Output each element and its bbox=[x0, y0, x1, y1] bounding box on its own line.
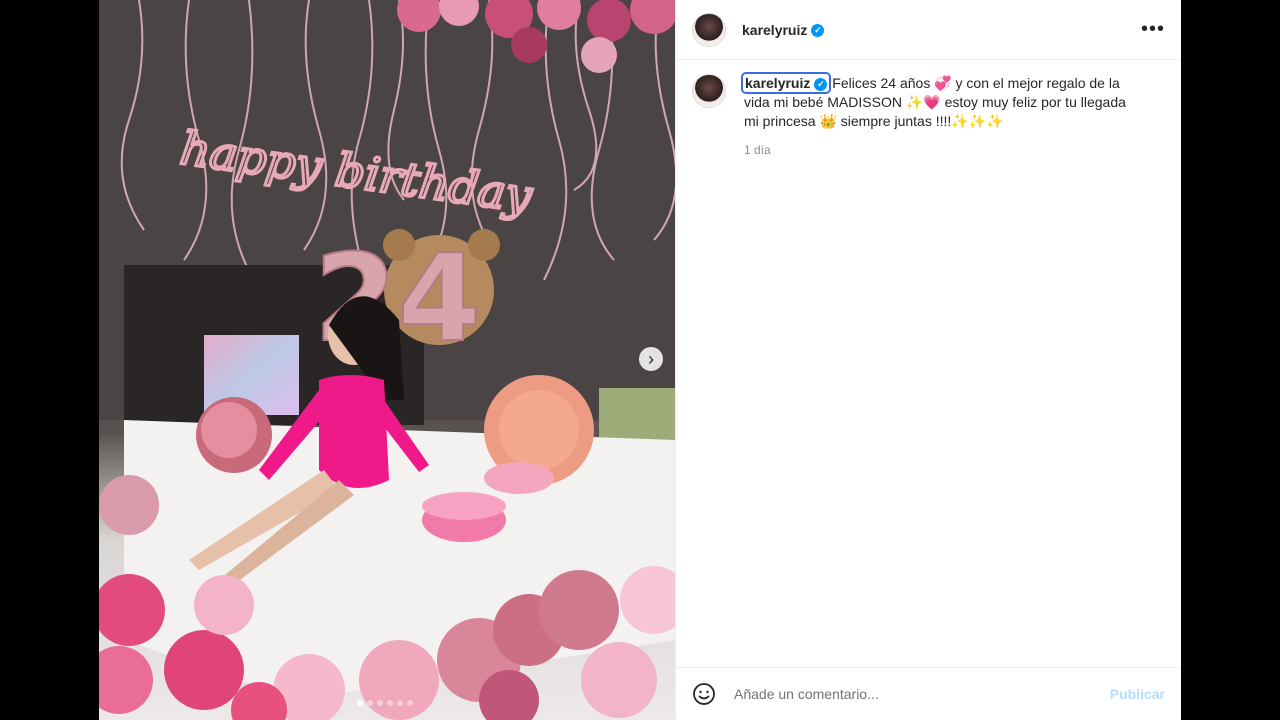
username-text[interactable]: karelyruiz bbox=[742, 22, 807, 38]
comments-section: karelyruiz ✓ Felices 24 años 💞 y con el m… bbox=[676, 60, 1181, 667]
carousel-dot bbox=[367, 700, 373, 706]
caption-username-text[interactable]: karelyruiz bbox=[745, 75, 810, 91]
party-photo: happy birthday 24 bbox=[99, 0, 675, 720]
verified-badge-icon: ✓ bbox=[814, 77, 828, 91]
caption: karelyruiz ✓ Felices 24 años 💞 y con el m… bbox=[692, 72, 1165, 160]
verified-badge-icon: ✓ bbox=[811, 24, 825, 38]
carousel-dot bbox=[397, 700, 403, 706]
add-comment-bar: Publicar bbox=[676, 667, 1181, 720]
emoji-icon[interactable] bbox=[692, 682, 716, 706]
carousel-dot bbox=[387, 700, 393, 706]
next-image-button[interactable]: › bbox=[639, 347, 663, 371]
carousel-indicator bbox=[357, 700, 413, 706]
avatar[interactable] bbox=[692, 12, 726, 47]
caption-username[interactable]: karelyruiz ✓ bbox=[740, 72, 832, 94]
comment-input[interactable] bbox=[732, 685, 1110, 703]
post-image[interactable]: happy birthday 24 › bbox=[99, 0, 675, 720]
caption-body: karelyruiz ✓ Felices 24 años 💞 y con el m… bbox=[740, 72, 1144, 160]
post-timestamp[interactable]: 1 día bbox=[744, 141, 1144, 160]
caption-avatar[interactable] bbox=[692, 74, 726, 108]
post-username[interactable]: karelyruiz ✓ bbox=[742, 22, 825, 38]
post-header: karelyruiz ✓ ••• bbox=[676, 0, 1181, 60]
chevron-right-icon: › bbox=[648, 349, 654, 369]
post-details-panel: karelyruiz ✓ ••• karelyruiz ✓ Felices 24 a… bbox=[675, 0, 1181, 720]
carousel-dot bbox=[377, 700, 383, 706]
publish-button[interactable]: Publicar bbox=[1110, 686, 1165, 702]
post-modal: happy birthday 24 › karelyruiz ✓ ••• kar… bbox=[99, 0, 1181, 720]
carousel-dot bbox=[407, 700, 413, 706]
carousel-dot bbox=[357, 700, 363, 706]
more-options-icon[interactable]: ••• bbox=[1141, 18, 1165, 41]
